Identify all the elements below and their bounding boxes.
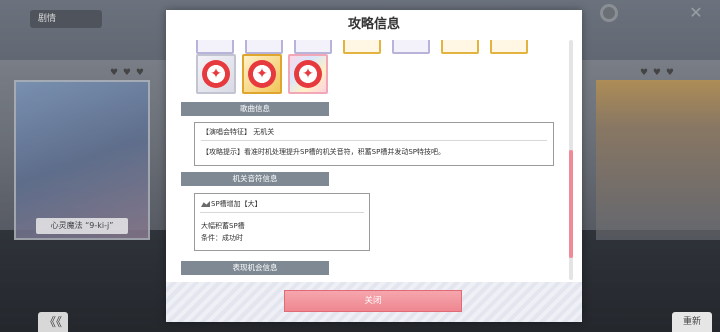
skill-icon-partial bbox=[441, 40, 479, 54]
sp-skill-glyph: ✦ bbox=[202, 60, 230, 88]
gear-icon[interactable] bbox=[600, 4, 618, 22]
song-title-label: 心灵魔法 “9-ki-j” bbox=[36, 218, 128, 234]
song-info-header: 歌曲信息 bbox=[181, 102, 329, 116]
song-info-box: 【演唱会特征】 无机关 【攻略提示】看准时机处理提升SP槽的机关音符，积蓄SP槽… bbox=[194, 122, 554, 166]
sp-skill-glyph: ✦ bbox=[248, 60, 276, 88]
divider bbox=[200, 212, 364, 213]
skill-icon-partial bbox=[392, 40, 430, 54]
note-icon bbox=[201, 201, 210, 207]
side-card-image[interactable] bbox=[596, 80, 720, 240]
song-jacket-image[interactable] bbox=[14, 80, 150, 240]
heart-rating-icon: ♥ ♥ ♥ bbox=[110, 68, 145, 78]
gimmick-note-info-header: 机关音符信息 bbox=[181, 172, 329, 186]
divider bbox=[201, 140, 547, 141]
appeal-chance-info-header: 表现机会信息 bbox=[181, 261, 329, 275]
sp-skill-icon[interactable]: ✦ bbox=[242, 54, 282, 94]
gimmick-note-condition: 条件：成功时 bbox=[201, 234, 243, 242]
dialog-scroll-area[interactable]: ✦ ✦ ✦ 歌曲信息 【演唱会特征】 无机关 【攻略提示】看准时机处理提升SP槽… bbox=[174, 40, 570, 280]
sp-skill-icon[interactable]: ✦ bbox=[288, 54, 328, 94]
heart-rating-icon: ♥ ♥ ♥ bbox=[640, 68, 675, 78]
back-button[interactable]: 《《 bbox=[38, 312, 68, 332]
gimmick-note-title-text: SP槽增加【大】 bbox=[211, 200, 262, 208]
live-feature-text: 【演唱会特征】 无机关 bbox=[202, 128, 275, 136]
close-button[interactable]: 关闭 bbox=[284, 290, 462, 312]
gimmick-note-title: SP槽增加【大】 bbox=[201, 199, 262, 209]
story-tab[interactable]: 剧情 bbox=[30, 10, 102, 28]
strategy-hint-text: 【攻略提示】看准时机处理提升SP槽的机关音符，积蓄SP槽并发动SP特技吧。 bbox=[202, 148, 445, 156]
skill-icon-partial bbox=[490, 40, 528, 54]
gimmick-note-desc: 大幅积蓄SP槽 bbox=[201, 222, 245, 230]
sp-skill-glyph: ✦ bbox=[294, 60, 322, 88]
dialog-footer: 关闭 bbox=[166, 282, 582, 322]
skill-icon-partial bbox=[294, 40, 332, 54]
retry-button[interactable]: 重新 bbox=[672, 312, 712, 332]
gimmick-note-box: SP槽增加【大】 大幅积蓄SP槽 条件：成功时 bbox=[194, 193, 370, 251]
skill-icon-partial bbox=[196, 40, 234, 54]
skill-icon-partial bbox=[343, 40, 381, 54]
strategy-info-dialog: 攻略信息 ✦ ✦ ✦ 歌曲信息 【演唱会特征】 无机关 【攻略提示】看准时机处理 bbox=[166, 10, 582, 322]
skill-icon-partial bbox=[245, 40, 283, 54]
scrollbar-thumb[interactable] bbox=[569, 150, 573, 258]
dialog-title: 攻略信息 bbox=[347, 17, 400, 32]
sp-skill-icon[interactable]: ✦ bbox=[196, 54, 236, 94]
close-icon[interactable]: ✕ bbox=[686, 3, 706, 23]
